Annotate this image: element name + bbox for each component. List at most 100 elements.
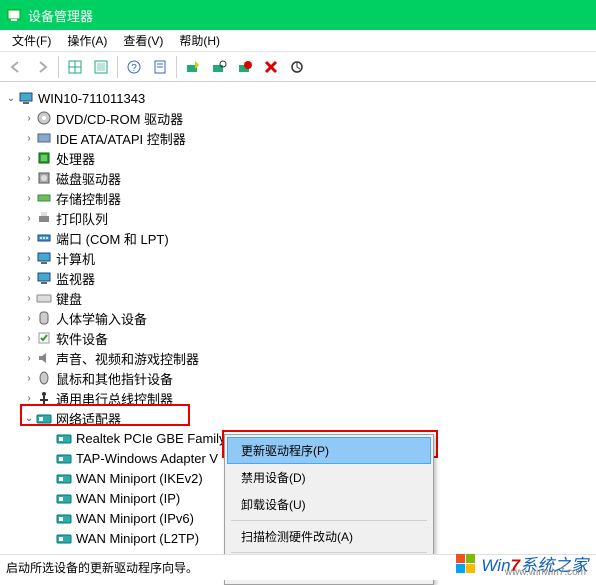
tree-node[interactable]: ›软件设备 <box>4 328 592 348</box>
tree-node-network[interactable]: ⌄ 网络适配器 <box>4 408 592 428</box>
monitor-icon <box>36 250 52 266</box>
svg-text:?: ? <box>131 63 137 74</box>
separator <box>117 56 118 78</box>
chevron-right-icon[interactable]: › <box>22 353 36 364</box>
tree-node[interactable]: ›处理器 <box>4 148 592 168</box>
menu-separator <box>231 520 427 521</box>
chevron-right-icon[interactable]: › <box>22 193 36 204</box>
delete-button[interactable] <box>259 55 283 79</box>
tree-root-label: WIN10-711011343 <box>38 91 145 106</box>
chevron-right-icon[interactable]: › <box>22 153 36 164</box>
chevron-right-icon[interactable]: › <box>22 213 36 224</box>
tree-node[interactable]: ›通用串行总线控制器 <box>4 388 592 408</box>
printer-icon <box>36 210 52 226</box>
tree-node[interactable]: › 端口 (COM 和 LPT) <box>4 228 592 248</box>
tree-leaf-label: TAP-Windows Adapter V <box>76 451 218 466</box>
watermark: Win7系统之家 www.winwin7.com <box>455 551 588 576</box>
tree-node-label: 网络适配器 <box>56 409 121 428</box>
chevron-right-icon[interactable]: › <box>22 293 36 304</box>
menu-view[interactable]: 查看(V) <box>115 30 171 51</box>
tree-node[interactable]: › 计算机 <box>4 248 592 268</box>
menu-separator <box>231 552 427 553</box>
tree-leaf-label: WAN Miniport (IP) <box>76 491 180 506</box>
tree-node[interactable]: › 人体学输入设备 <box>4 308 592 328</box>
tree-root[interactable]: ⌄ WIN10-711011343 <box>4 88 592 108</box>
keyboard-icon <box>36 290 52 306</box>
properties-button[interactable] <box>148 55 172 79</box>
tree-node-label: 人体学输入设备 <box>56 309 147 328</box>
title-bar: 设备管理器 <box>0 0 596 30</box>
tree-node[interactable]: › 鼠标和其他指针设备 <box>4 368 592 388</box>
tree-node[interactable]: › 声音、视频和游戏控制器 <box>4 348 592 368</box>
chevron-right-icon[interactable]: › <box>22 113 36 124</box>
chevron-down-icon[interactable]: ⌄ <box>4 93 18 104</box>
port-icon <box>36 230 52 246</box>
menu-action[interactable]: 操作(A) <box>59 30 115 51</box>
windows-logo-icon <box>455 553 477 575</box>
tree-node-label: DVD/CD-ROM 驱动器 <box>56 109 183 128</box>
tree-node-label: 鼠标和其他指针设备 <box>56 369 173 388</box>
ctx-uninstall[interactable]: 卸载设备(U) <box>227 491 431 518</box>
disc-icon <box>36 110 52 126</box>
chevron-right-icon[interactable]: › <box>22 333 36 344</box>
network-adapter-icon <box>56 490 72 506</box>
chevron-right-icon[interactable]: › <box>22 273 36 284</box>
tree-leaf-label: WAN Miniport (L2TP) <box>76 531 199 546</box>
chevron-right-icon[interactable]: › <box>22 133 36 144</box>
computer-icon <box>18 90 34 106</box>
tree-node-label: 磁盘驱动器 <box>56 169 121 188</box>
view-options-button[interactable] <box>63 55 87 79</box>
network-adapter-icon <box>56 530 72 546</box>
chevron-down-icon[interactable]: ⌄ <box>22 413 36 424</box>
tree-node[interactable]: › IDE ATA/ATAPI 控制器 <box>4 128 592 148</box>
tree-node[interactable]: ›打印队列 <box>4 208 592 228</box>
menu-file[interactable]: 文件(F) <box>4 30 59 51</box>
tree-node-label: 端口 (COM 和 LPT) <box>56 229 169 248</box>
usb-icon <box>36 390 52 406</box>
tree-node-label: 键盘 <box>56 289 82 308</box>
watermark-url: www.winwin7.com <box>505 567 586 578</box>
chevron-right-icon[interactable]: › <box>22 233 36 244</box>
tree-node-label: 计算机 <box>56 249 95 268</box>
scan-button[interactable] <box>207 55 231 79</box>
chevron-right-icon[interactable]: › <box>22 173 36 184</box>
storage-icon <box>36 190 52 206</box>
update-driver-button[interactable] <box>181 55 205 79</box>
app-icon <box>6 7 22 23</box>
hid-icon <box>36 310 52 326</box>
tree-node[interactable]: › 磁盘驱动器 <box>4 168 592 188</box>
tree-node[interactable]: › 键盘 <box>4 288 592 308</box>
show-hidden-button[interactable] <box>89 55 113 79</box>
back-button[interactable] <box>4 55 28 79</box>
network-adapter-icon <box>56 450 72 466</box>
tree-node-label: 声音、视频和游戏控制器 <box>56 349 199 368</box>
network-adapter-icon <box>36 410 52 426</box>
mouse-icon <box>36 370 52 386</box>
refresh-button[interactable] <box>285 55 309 79</box>
disk-icon <box>36 170 52 186</box>
menu-help[interactable]: 帮助(H) <box>171 30 228 51</box>
ide-icon <box>36 130 52 146</box>
tree-node-label: 存储控制器 <box>56 189 121 208</box>
ctx-disable[interactable]: 禁用设备(D) <box>227 464 431 491</box>
chevron-right-icon[interactable]: › <box>22 393 36 404</box>
ctx-scan[interactable]: 扫描检测硬件改动(A) <box>227 523 431 550</box>
ctx-update-driver[interactable]: 更新驱动程序(P) <box>227 437 431 464</box>
chevron-right-icon[interactable]: › <box>22 253 36 264</box>
tree-leaf-label: WAN Miniport (IPv6) <box>76 511 194 526</box>
tree-node-label: IDE ATA/ATAPI 控制器 <box>56 129 186 148</box>
window-title: 设备管理器 <box>28 6 93 25</box>
forward-button[interactable] <box>30 55 54 79</box>
chevron-right-icon[interactable]: › <box>22 373 36 384</box>
tree-node[interactable]: › DVD/CD-ROM 驱动器 <box>4 108 592 128</box>
tree-node[interactable]: ›监视器 <box>4 268 592 288</box>
network-adapter-icon <box>56 510 72 526</box>
separator <box>176 56 177 78</box>
uninstall-button[interactable] <box>233 55 257 79</box>
help-button[interactable]: ? <box>122 55 146 79</box>
monitor-icon <box>36 270 52 286</box>
separator <box>58 56 59 78</box>
tree-leaf-label: Realtek PCIe GBE Family C <box>76 431 239 446</box>
tree-node[interactable]: › 存储控制器 <box>4 188 592 208</box>
chevron-right-icon[interactable]: › <box>22 313 36 324</box>
